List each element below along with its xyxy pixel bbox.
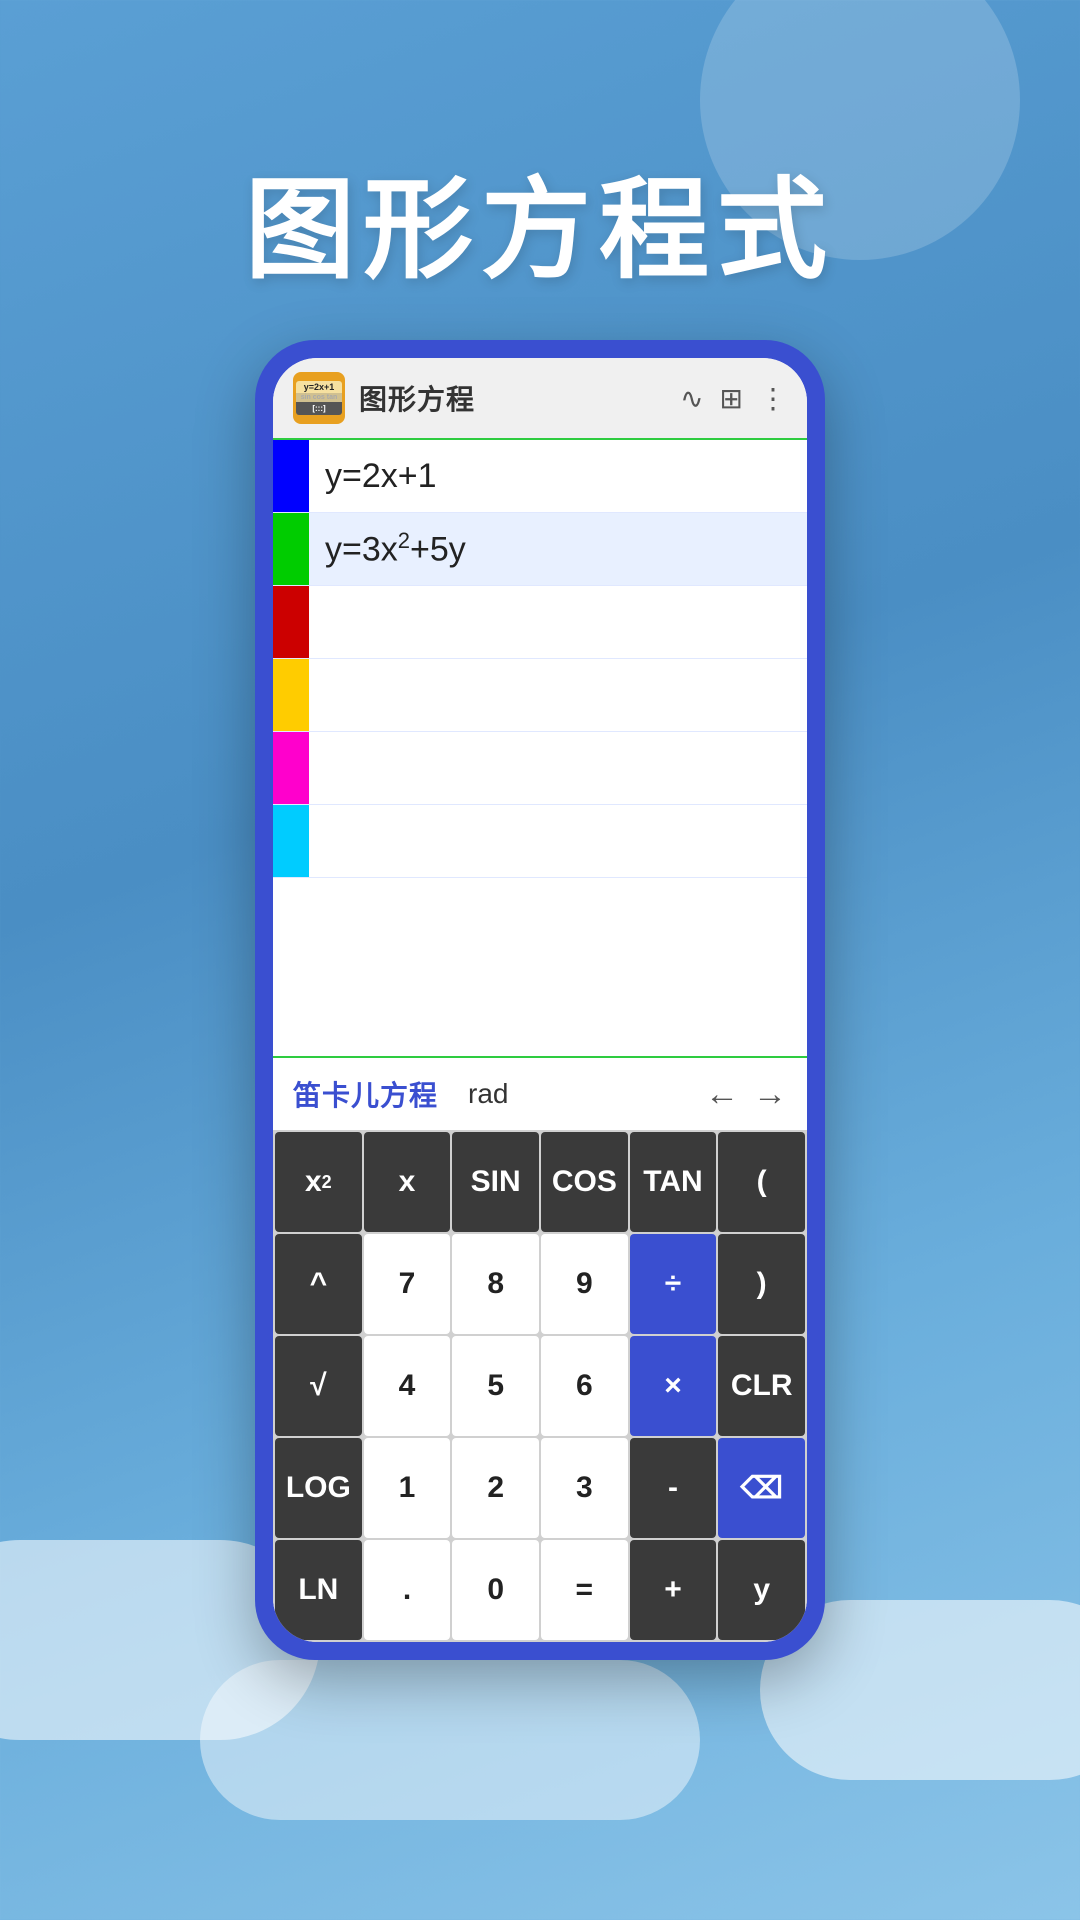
key-1[interactable]: 1: [364, 1438, 451, 1538]
key-2[interactable]: 2: [452, 1438, 539, 1538]
equation-text-4: [309, 681, 341, 709]
equation-text-6: [309, 827, 341, 855]
key-caret[interactable]: ^: [275, 1234, 362, 1334]
key-9[interactable]: 9: [541, 1234, 628, 1334]
key-x[interactable]: x: [364, 1132, 451, 1232]
color-bar-4: [273, 659, 309, 731]
left-arrow-button[interactable]: ←: [705, 1075, 739, 1114]
kb-row-4: LOG 1 2 3 - ⌫: [275, 1438, 805, 1538]
key-sin[interactable]: SIN: [452, 1132, 539, 1232]
wave-icon[interactable]: ∿: [680, 382, 703, 415]
key-7[interactable]: 7: [364, 1234, 451, 1334]
color-bar-6: [273, 805, 309, 877]
key-tan[interactable]: TAN: [630, 1132, 717, 1232]
equation-text-5: [309, 754, 341, 782]
app-icon-bottom: [:::]: [296, 402, 342, 415]
kb-row-3: √ 4 5 6 × CLR: [275, 1336, 805, 1436]
phone-screen: y=2x+1 sin cos tan [:::] 图形方程 ∿ ⊞ ⋮ y=2x…: [273, 358, 807, 1642]
equation-row-4[interactable]: [273, 659, 807, 732]
equation-row-3[interactable]: [273, 586, 807, 659]
key-dot[interactable]: .: [364, 1540, 451, 1640]
phone-mockup: y=2x+1 sin cos tan [:::] 图形方程 ∿ ⊞ ⋮ y=2x…: [255, 340, 825, 1660]
key-multiply[interactable]: ×: [630, 1336, 717, 1436]
key-5[interactable]: 5: [452, 1336, 539, 1436]
right-arrow-button[interactable]: →: [753, 1075, 787, 1114]
key-y[interactable]: y: [718, 1540, 805, 1640]
equation-row-5[interactable]: [273, 732, 807, 805]
mode-label[interactable]: 笛卡儿方程: [293, 1074, 438, 1114]
app-icon-top: y=2x+1: [296, 381, 342, 393]
key-clr[interactable]: CLR: [718, 1336, 805, 1436]
equation-text-3: [309, 608, 341, 636]
screen-bottom: 笛卡儿方程 rad ← → x2 x SIN COS TAN (: [273, 1056, 807, 1642]
key-log[interactable]: LOG: [275, 1438, 362, 1538]
key-4[interactable]: 4: [364, 1336, 451, 1436]
app-icon: y=2x+1 sin cos tan [:::]: [293, 372, 345, 424]
mode-bar-arrows: ← →: [705, 1075, 787, 1114]
color-bar-2: [273, 513, 309, 585]
key-3[interactable]: 3: [541, 1438, 628, 1538]
app-header: y=2x+1 sin cos tan [:::] 图形方程 ∿ ⊞ ⋮: [273, 358, 807, 440]
key-x2[interactable]: x2: [275, 1132, 362, 1232]
bg-cloud-center: [200, 1660, 700, 1820]
more-icon[interactable]: ⋮: [759, 382, 787, 415]
color-bar-1: [273, 440, 309, 512]
key-close-paren[interactable]: ): [718, 1234, 805, 1334]
key-backspace[interactable]: ⌫: [718, 1438, 805, 1538]
kb-row-5: LN . 0 = + y: [275, 1540, 805, 1640]
key-sqrt[interactable]: √: [275, 1336, 362, 1436]
mode-bar: 笛卡儿方程 rad ← →: [273, 1058, 807, 1130]
key-0[interactable]: 0: [452, 1540, 539, 1640]
key-8[interactable]: 8: [452, 1234, 539, 1334]
equation-row-6[interactable]: [273, 805, 807, 878]
equation-row-1[interactable]: y=2x+1: [273, 440, 807, 513]
kb-row-2: ^ 7 8 9 ÷ ): [275, 1234, 805, 1334]
key-equals[interactable]: =: [541, 1540, 628, 1640]
grid-icon[interactable]: ⊞: [720, 382, 743, 415]
key-plus[interactable]: +: [630, 1540, 717, 1640]
key-minus[interactable]: -: [630, 1438, 717, 1538]
key-cos[interactable]: COS: [541, 1132, 628, 1232]
key-open-paren[interactable]: (: [718, 1132, 805, 1232]
equation-row-2[interactable]: y=3x2+5y: [273, 513, 807, 586]
equation-text-2: y=3x2+5y: [309, 514, 482, 583]
page-title: 图形方程式: [0, 140, 1080, 300]
key-divide[interactable]: ÷: [630, 1234, 717, 1334]
kb-row-1: x2 x SIN COS TAN (: [275, 1132, 805, 1232]
color-bar-5: [273, 732, 309, 804]
key-ln[interactable]: LN: [275, 1540, 362, 1640]
color-bar-3: [273, 586, 309, 658]
rad-label[interactable]: rad: [468, 1078, 508, 1110]
header-icons: ∿ ⊞ ⋮: [680, 382, 787, 415]
equation-text-1: y=2x+1: [309, 443, 453, 510]
app-header-title: 图形方程: [359, 378, 666, 418]
app-icon-mid: sin cos tan: [296, 393, 342, 402]
equation-list: y=2x+1 y=3x2+5y: [273, 440, 807, 1056]
key-6[interactable]: 6: [541, 1336, 628, 1436]
keyboard: x2 x SIN COS TAN ( ^ 7 8 9 ÷ ): [273, 1130, 807, 1642]
